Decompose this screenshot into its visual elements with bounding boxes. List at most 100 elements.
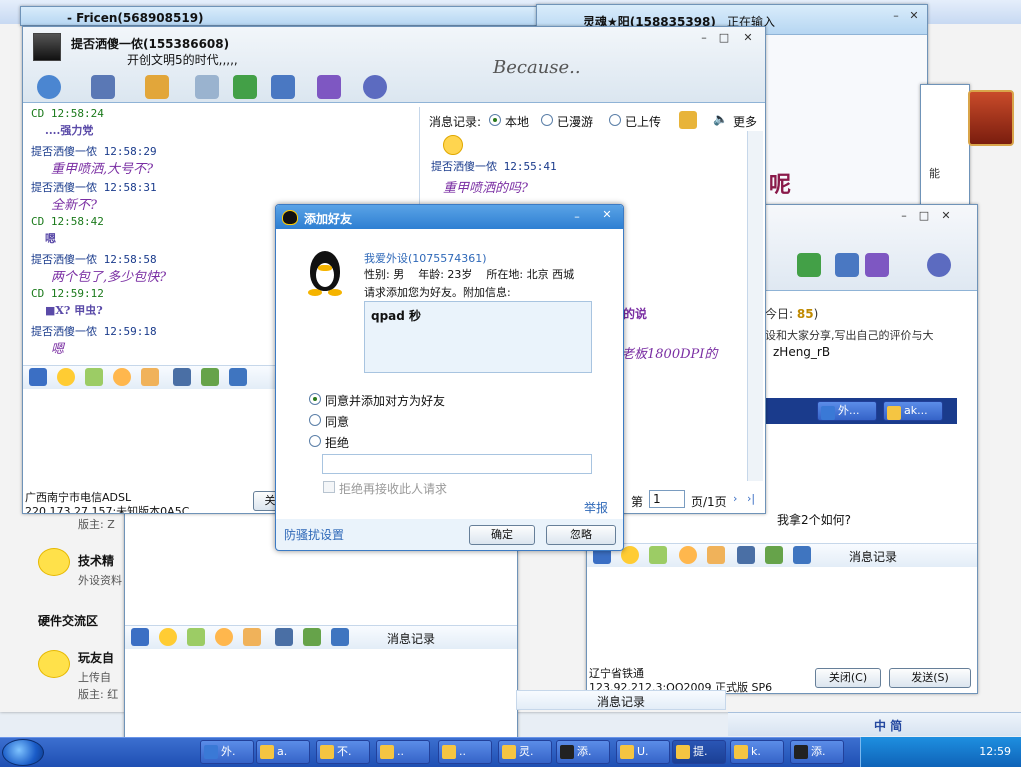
taskbar-task[interactable]: 灵. bbox=[498, 740, 552, 764]
taskbar-task[interactable]: 不. bbox=[316, 740, 370, 764]
image-icon[interactable] bbox=[275, 628, 293, 646]
folder-icon[interactable] bbox=[145, 75, 169, 99]
emoji-icon[interactable] bbox=[621, 546, 639, 564]
message-record-link[interactable]: 消息记录 bbox=[597, 693, 645, 710]
option-agree[interactable]: 同意 bbox=[325, 413, 349, 430]
font-icon[interactable] bbox=[131, 628, 149, 646]
transfer-icon[interactable] bbox=[271, 75, 295, 99]
history-roam[interactable]: 已漫游 bbox=[557, 113, 593, 130]
history-upload[interactable]: 已上传 bbox=[625, 113, 661, 130]
gift-icon[interactable] bbox=[765, 546, 783, 564]
thumb-icon[interactable] bbox=[243, 628, 261, 646]
close-button[interactable]: ✕ bbox=[739, 31, 757, 45]
font-icon[interactable] bbox=[29, 368, 47, 386]
start-button[interactable] bbox=[2, 739, 44, 766]
report-link[interactable]: 举报 bbox=[584, 499, 608, 516]
mini-task[interactable]: ak... bbox=[883, 401, 943, 421]
radio-upload[interactable] bbox=[609, 114, 621, 126]
game-icon[interactable] bbox=[865, 253, 889, 277]
close-button[interactable]: ✕ bbox=[905, 9, 923, 23]
radio-local[interactable] bbox=[489, 114, 501, 126]
thumb-icon[interactable] bbox=[707, 546, 725, 564]
screenshot-icon[interactable] bbox=[331, 628, 349, 646]
forum-section-hw[interactable]: 硬件交流区 bbox=[38, 612, 98, 629]
option-reject[interactable]: 拒绝 bbox=[325, 434, 349, 451]
page-input[interactable]: 1 bbox=[649, 490, 685, 508]
ime-status[interactable]: 中 简 bbox=[874, 717, 902, 734]
taskbar-task[interactable]: k. bbox=[730, 740, 784, 764]
transfer-icon[interactable] bbox=[835, 253, 859, 277]
minimize-button[interactable]: – bbox=[568, 210, 586, 224]
gift-icon[interactable] bbox=[201, 368, 219, 386]
ok-button[interactable]: 确定 bbox=[469, 525, 535, 545]
taskbar-task[interactable]: .. bbox=[438, 740, 492, 764]
radio-agree[interactable] bbox=[309, 414, 321, 426]
minimize-button[interactable]: – bbox=[895, 209, 913, 223]
location-label: 所在地: 北京 西城 bbox=[486, 268, 575, 281]
next-page-icon[interactable]: › bbox=[733, 492, 737, 505]
radio-roam[interactable] bbox=[541, 114, 553, 126]
magic-icon[interactable] bbox=[649, 546, 667, 564]
close-chat-button[interactable]: 关闭(C) bbox=[815, 668, 881, 688]
emoji-icon[interactable] bbox=[57, 368, 75, 386]
shake-icon[interactable] bbox=[215, 628, 233, 646]
chat-input[interactable] bbox=[587, 567, 977, 667]
shake-icon[interactable] bbox=[679, 546, 697, 564]
reject-reason-input[interactable] bbox=[322, 454, 592, 474]
taskbar-task[interactable]: 提. bbox=[672, 740, 726, 764]
last-page-icon[interactable]: ›| bbox=[747, 492, 755, 505]
game-icon[interactable] bbox=[317, 75, 341, 99]
radio-reject[interactable] bbox=[309, 435, 321, 447]
microphone-icon[interactable] bbox=[91, 75, 115, 99]
close-button[interactable]: ✕ bbox=[598, 208, 616, 222]
taskbar-task[interactable]: 添. bbox=[556, 740, 610, 764]
settings-icon[interactable] bbox=[363, 75, 387, 99]
close-button[interactable]: ✕ bbox=[937, 209, 955, 223]
thumb-icon[interactable] bbox=[141, 368, 159, 386]
settings-icon[interactable] bbox=[927, 253, 951, 277]
export-icon[interactable] bbox=[679, 111, 697, 129]
magic-icon[interactable] bbox=[187, 628, 205, 646]
image-icon[interactable] bbox=[173, 368, 191, 386]
emoji-icon[interactable] bbox=[159, 628, 177, 646]
message-record-link[interactable]: 消息记录 bbox=[849, 548, 897, 565]
ignore-button[interactable]: 忽略 bbox=[546, 525, 616, 545]
block-checkbox[interactable] bbox=[323, 481, 335, 493]
radio-agree-add[interactable] bbox=[309, 393, 321, 405]
taskbar-task[interactable]: 外. bbox=[200, 740, 254, 764]
history-local[interactable]: 本地 bbox=[505, 113, 529, 130]
image-icon[interactable] bbox=[737, 546, 755, 564]
message-record-link[interactable]: 消息记录 bbox=[387, 630, 435, 647]
mini-task[interactable]: 外... bbox=[817, 401, 877, 421]
taskbar-task[interactable]: 添. bbox=[790, 740, 844, 764]
taskbar-task[interactable]: U. bbox=[616, 740, 670, 764]
add-friend-dialog[interactable]: 添加好友 – ✕ 我爱外设(1075574361) 性别: 男 年龄: 23岁 … bbox=[275, 204, 624, 551]
chat-window-fricen[interactable]: - Fricen(568908519) bbox=[20, 6, 540, 26]
speaker-icon[interactable]: 🔈 bbox=[713, 112, 728, 126]
send-button[interactable]: 发送(S) bbox=[889, 668, 971, 688]
history-entry-msg: 重甲喷洒的吗? bbox=[443, 181, 528, 196]
add-icon[interactable] bbox=[233, 75, 257, 99]
gift-icon[interactable] bbox=[303, 628, 321, 646]
anti-spam-link[interactable]: 防骚扰设置 bbox=[284, 526, 344, 543]
forum-section-tech[interactable]: 技术精 bbox=[78, 552, 114, 569]
maximize-button[interactable]: □ bbox=[915, 209, 933, 223]
video-call-icon[interactable] bbox=[37, 75, 61, 99]
history-more[interactable]: 更多 bbox=[733, 113, 757, 130]
forum-section-fun[interactable]: 玩友自 bbox=[78, 649, 114, 666]
screenshot-icon[interactable] bbox=[229, 368, 247, 386]
shake-icon[interactable] bbox=[113, 368, 131, 386]
requester-name[interactable]: 我爱外设(1075574361) bbox=[364, 250, 487, 266]
mail-icon[interactable] bbox=[195, 75, 219, 99]
screenshot-icon[interactable] bbox=[793, 546, 811, 564]
minimize-button[interactable]: – bbox=[887, 9, 905, 23]
option-agree-add[interactable]: 同意并添加对方为好友 bbox=[325, 392, 445, 409]
add-icon[interactable] bbox=[797, 253, 821, 277]
minimize-button[interactable]: – bbox=[695, 31, 713, 45]
magic-icon[interactable] bbox=[85, 368, 103, 386]
maximize-button[interactable]: □ bbox=[715, 31, 733, 45]
task-app-icon bbox=[442, 745, 456, 759]
taskbar-task[interactable]: .. bbox=[376, 740, 430, 764]
history-scrollbar[interactable] bbox=[747, 131, 763, 481]
taskbar-task[interactable]: a. bbox=[256, 740, 310, 764]
